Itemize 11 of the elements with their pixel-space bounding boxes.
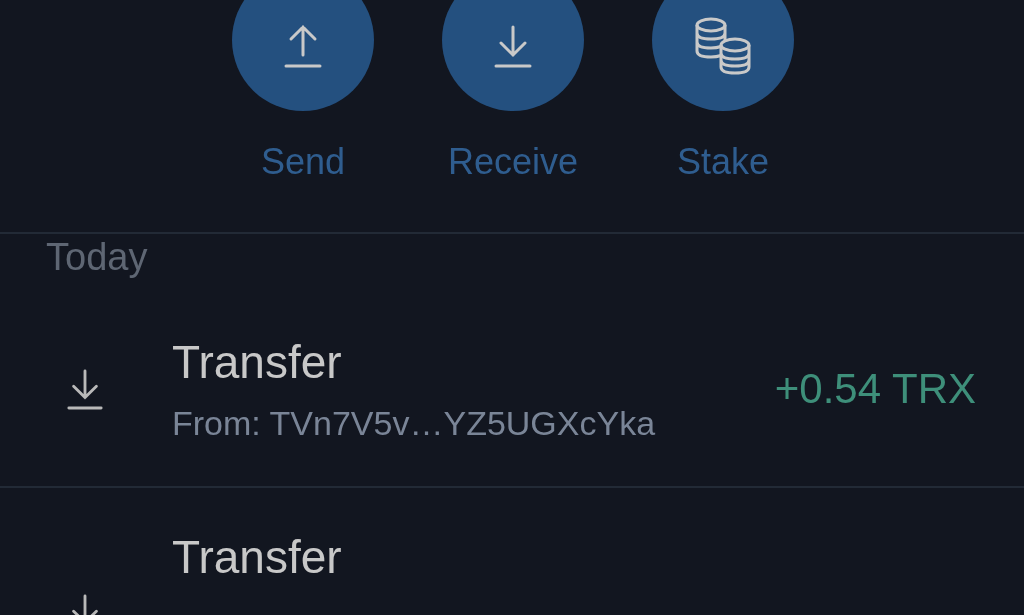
action-label: Send <box>260 140 346 184</box>
download-icon <box>493 23 533 69</box>
action-label: Receive <box>447 140 579 184</box>
transaction-title: Transfer <box>172 530 343 584</box>
upload-icon <box>283 23 323 69</box>
section-heading: Today <box>46 235 148 280</box>
transaction-amount: +0.54 TRX <box>774 364 976 414</box>
transaction-address: From: TVn7V5v…YZ5UGXcYka <box>172 403 657 443</box>
transaction-title: Transfer <box>172 335 343 389</box>
download-icon <box>66 367 104 411</box>
action-label: Stake <box>676 140 770 184</box>
